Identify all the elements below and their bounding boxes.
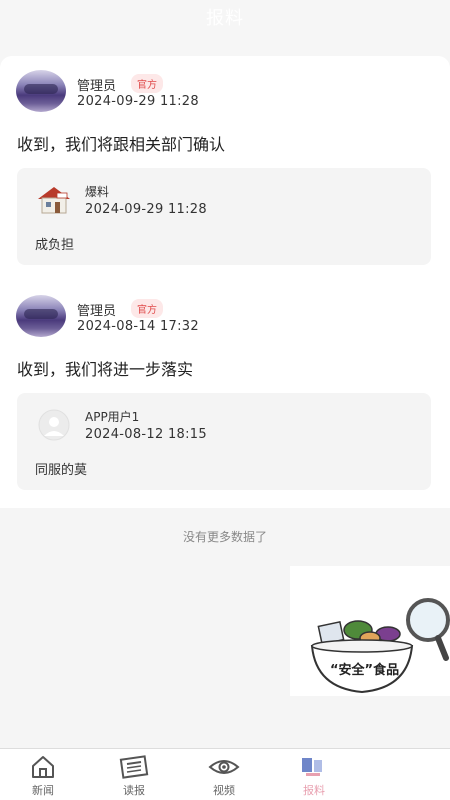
report-icon — [302, 758, 322, 776]
house-avatar-icon — [38, 187, 70, 214]
comment-list[interactable]: 管理员 官方 2024-09-29 11:28 收到，我们将跟相关部门确认 爆料… — [0, 56, 450, 508]
list-end-label: 没有更多数据了 — [182, 530, 267, 544]
post-timestamp: 2024-09-29 11:28 — [77, 94, 199, 109]
eye-icon — [208, 760, 240, 774]
quote-username: APP用户1 — [85, 410, 140, 424]
official-badge: 官方 — [131, 74, 163, 93]
ad-caption: “安全”食品 — [330, 663, 400, 678]
quote-timestamp: 2024-08-12 18:15 — [85, 427, 207, 442]
post-timestamp: 2024-08-14 17:32 — [77, 319, 199, 334]
quote-username: 爆料 — [85, 185, 110, 199]
post-text: 收到，我们将跟相关部门确认 — [17, 135, 226, 154]
tab-label: 视频 — [213, 784, 235, 797]
tab-video[interactable]: 视频 — [194, 755, 254, 799]
tab-label: 新闻 — [32, 784, 54, 797]
admin-avatar[interactable] — [16, 295, 66, 337]
quote-timestamp: 2024-09-29 11:28 — [85, 202, 207, 217]
tab-label: 报料 — [303, 784, 325, 797]
default-user-avatar-icon — [38, 409, 70, 441]
home-icon — [32, 756, 54, 778]
admin-avatar[interactable] — [16, 70, 66, 112]
bottom-tab-bar: 新闻 读报 视频 报料 — [0, 748, 450, 800]
floating-ad-image[interactable]: “安全”食品 — [290, 566, 450, 696]
newspaper-icon — [119, 755, 149, 779]
quoted-report[interactable]: APP用户1 2024-08-12 18:15 同服的莫 — [17, 393, 431, 490]
page-title: 报料 — [206, 8, 244, 29]
quoted-report[interactable]: 爆料 2024-09-29 11:28 成负担 — [17, 168, 431, 265]
official-badge: 官方 — [131, 299, 163, 318]
tab-report[interactable]: 报料 — [284, 755, 344, 799]
top-header: 报料 — [0, 0, 450, 64]
post-username: 管理员 — [77, 304, 117, 319]
tab-label: 读报 — [123, 784, 145, 797]
tab-newspaper[interactable]: 读报 — [104, 755, 164, 799]
quote-text: 同服的莫 — [35, 463, 88, 478]
post-username: 管理员 — [77, 79, 117, 94]
quote-text: 成负担 — [35, 238, 75, 253]
tab-news[interactable]: 新闻 — [13, 755, 73, 799]
post-text: 收到，我们将进一步落实 — [17, 360, 194, 379]
